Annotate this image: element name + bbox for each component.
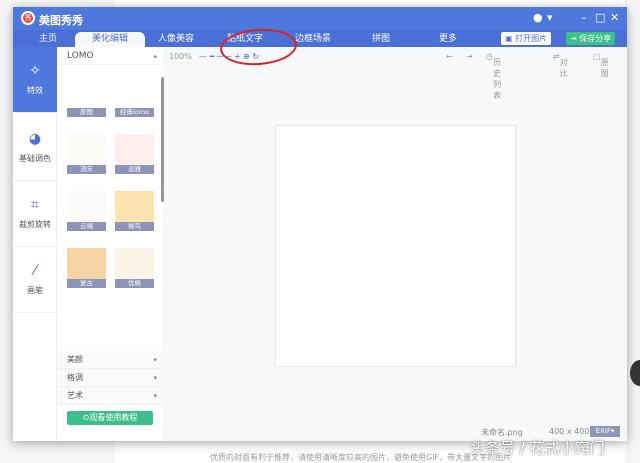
redo-icon[interactable]: → [466, 52, 473, 61]
chevron-down-icon: ▾ [153, 374, 157, 382]
filter-label: 流年 [67, 165, 106, 174]
filter-thumb[interactable]: 优格 [115, 248, 154, 288]
app-logo: 秀 [21, 11, 35, 25]
category-label: 艺术 [67, 391, 83, 400]
canvas-toolbar: 100% — ━ ─── + ⊕ ↻ ← → ◷ 历史列表 ⇄ 对比 ▢ 原图 [163, 47, 627, 100]
sidebar-label: 画笔 [27, 286, 43, 295]
menu-icon[interactable]: ▾ [547, 11, 553, 24]
palette-icon: ◕ [28, 131, 42, 147]
brush-icon: ⁄ [33, 263, 37, 279]
tab-home[interactable]: 主页 [13, 32, 83, 47]
open-image-label: 打开图片 [515, 34, 548, 43]
category-label: 美颜 [67, 355, 83, 364]
minimize-button[interactable]: – [581, 11, 587, 24]
exif-label: EXIF [595, 427, 611, 435]
chevron-down-icon: ▾ [153, 356, 157, 364]
filter-label: 云端 [67, 222, 106, 231]
tutorial-button[interactable]: ⊙观看使用教程 [67, 411, 153, 425]
panel-scrollbar[interactable] [161, 77, 164, 202]
category-style[interactable]: 格调 ▾ [57, 369, 163, 387]
zoom-level: 100% [169, 52, 192, 61]
sidebar-item-effects[interactable]: ✧ 特效 [13, 47, 57, 113]
compare-label: 对比 [559, 58, 568, 78]
history-button[interactable]: ◷ 历史列表 [486, 52, 501, 100]
filter-thumb[interactable]: 原图 [67, 77, 106, 117]
tab-portrait[interactable]: 人像美容 [141, 32, 211, 47]
sidebar-item-brush[interactable]: ⁄ 画笔 [13, 247, 57, 313]
maximize-button[interactable]: □ [595, 11, 605, 24]
app-title: 美图秀秀 [39, 14, 83, 27]
category-beauty[interactable]: 美颜 ▾ [57, 351, 163, 369]
category-label: 格调 [67, 373, 83, 382]
category-art[interactable]: 艺术 ▾ [57, 387, 163, 405]
panel-header-label: LOMO [67, 51, 94, 61]
magic-wand-icon: ✧ [29, 63, 41, 79]
tab-more[interactable]: 更多 [413, 32, 483, 47]
sidebar-label: 裁剪旋转 [19, 220, 51, 229]
undo-icon[interactable]: ← [446, 52, 453, 61]
effects-panel: LOMO ▴ 原图 经典lomo 流年 淡雅云端 候鸟复古 优格 美颜 ▾ 格调 ▾ 艺术 ▾ ⊙… [57, 47, 164, 441]
filter-label: 原图 [67, 108, 106, 117]
filter-label: 淡雅 [115, 165, 154, 174]
crop-icon: ⌗ [31, 197, 39, 213]
save-share-label: 保存分享 [579, 34, 612, 43]
filter-thumb[interactable]: 候鸟 [115, 191, 154, 231]
image-canvas[interactable] [275, 125, 516, 367]
sidebar-label: 基础调色 [19, 154, 51, 163]
filter-thumb[interactable]: 复古 [67, 248, 106, 288]
left-sidebar: ✧ 特效 ◕ 基础调色 ⌗ 裁剪旋转 ⁄ 画笔 [13, 47, 57, 441]
panel-header-lomo[interactable]: LOMO ▴ [57, 47, 163, 65]
tab-edit[interactable]: 美化编辑 [75, 32, 145, 47]
sidebar-label: 特效 [27, 86, 43, 95]
watermark: 头条号 / 花式小窍门 [470, 439, 605, 457]
filter-thumb[interactable]: 经典lomo [115, 77, 154, 117]
filter-thumb[interactable]: 淡雅 [115, 134, 154, 174]
open-image-button[interactable]: ▣ 打开图片 [501, 32, 552, 45]
exif-button[interactable]: EXIF▾ [590, 426, 620, 437]
history-label: 历史列表 [492, 58, 501, 100]
tab-collage[interactable]: 拼图 [346, 32, 416, 47]
compare-button[interactable]: ⇄ 对比 [553, 52, 568, 78]
original-button[interactable]: ▢ 原图 [593, 52, 609, 78]
save-share-button[interactable]: ⇥ 保存分享 [566, 32, 616, 45]
filter-label: 经典lomo [115, 108, 154, 117]
filter-thumb[interactable]: 流年 [67, 134, 106, 174]
app-window: 秀 美图秀秀 ● ▾ – □ ✕ 主页 美化编辑 人像美容 贴纸文字 边框场景 … [13, 7, 627, 441]
filter-label: 候鸟 [115, 222, 154, 231]
chevron-down-icon: ▾ [153, 392, 157, 400]
main-tabs: 主页 美化编辑 人像美容 贴纸文字 边框场景 拼图 更多 ▣ 打开图片 ⇥ 保存… [13, 30, 627, 47]
filter-thumb[interactable]: 云端 [67, 191, 106, 231]
chevron-up-icon: ▴ [153, 52, 157, 60]
filter-label: 优格 [115, 279, 154, 288]
title-bar: 秀 美图秀秀 ● ▾ – □ ✕ [13, 7, 627, 30]
close-button[interactable]: ✕ [610, 11, 619, 24]
image-size: 400 x 400 [549, 427, 590, 436]
original-label: 原图 [600, 58, 609, 78]
background-caption: 优质的封面有利于推荐，请使用清晰度较高的图片，避免使用GIF、带大量文字的图片 [210, 453, 512, 462]
skin-icon[interactable]: ● [533, 11, 543, 24]
sidebar-item-crop[interactable]: ⌗ 裁剪旋转 [13, 181, 57, 247]
filter-label: 复古 [67, 279, 106, 288]
zoom-slider[interactable]: — ━ ─── + ⊕ ↻ [199, 52, 259, 61]
sidebar-item-color[interactable]: ◕ 基础调色 [13, 115, 57, 181]
